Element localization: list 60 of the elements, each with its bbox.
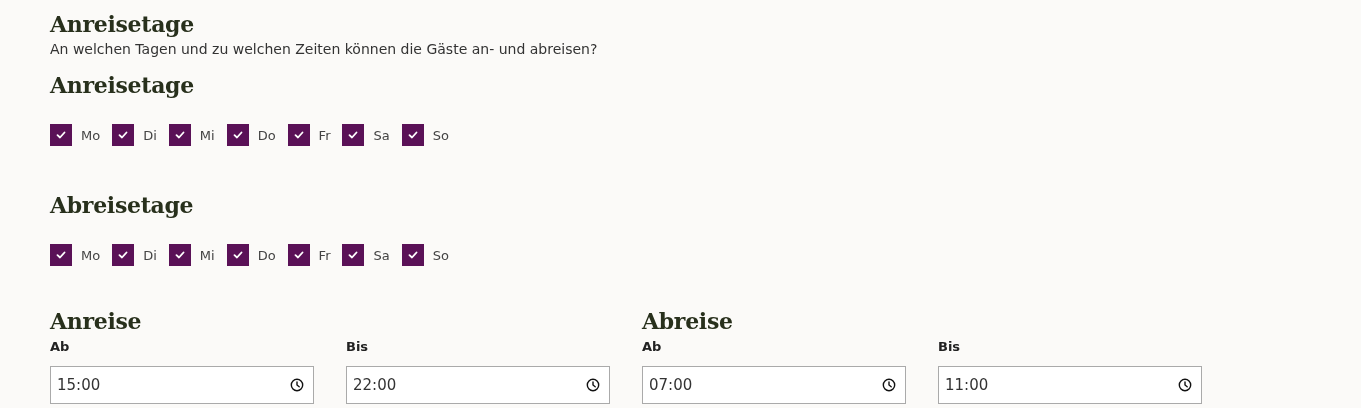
checkmark-icon (55, 129, 67, 141)
time-field[interactable]: 15:00 (50, 366, 314, 404)
checkbox[interactable] (401, 124, 424, 146)
checkbox-label: Mo (81, 127, 101, 143)
checkbox-label: Mi (199, 127, 215, 143)
checkbox[interactable] (342, 244, 365, 266)
checkbox-label: So (432, 247, 449, 263)
checkbox[interactable] (226, 124, 249, 146)
clock-icon[interactable] (586, 378, 600, 392)
checkmark-icon (292, 249, 305, 261)
checkbox-label: Mi (199, 247, 215, 263)
checkbox[interactable] (50, 124, 72, 146)
checkbox[interactable] (401, 244, 424, 266)
checkbox[interactable] (287, 244, 310, 266)
checkbox[interactable] (287, 124, 310, 146)
checkbox-label: Di (143, 247, 157, 263)
field-label: Bis (938, 338, 962, 356)
checkbox-label: Fr (318, 127, 331, 143)
checkbox[interactable] (168, 244, 191, 266)
field-label: Ab (50, 338, 71, 356)
clock-icon[interactable] (1178, 378, 1192, 392)
time-field[interactable]: 22:00 (346, 366, 610, 404)
checkmark-icon (173, 129, 186, 141)
checkmark-icon (117, 249, 130, 261)
checkbox-label: Fr (318, 247, 331, 263)
clock-icon[interactable] (290, 378, 304, 392)
checkmark-icon (292, 129, 305, 141)
checkbox-label: Sa (373, 127, 390, 143)
time-field[interactable]: 11:00 (938, 366, 1202, 404)
group-heading: Anreise (50, 307, 143, 336)
checkbox-label: Do (257, 127, 276, 143)
checkmark-icon (173, 249, 186, 261)
checkbox[interactable] (342, 124, 365, 146)
time-field[interactable]: 07:00 (642, 366, 906, 404)
field-label: Ab (642, 338, 663, 356)
checkbox[interactable] (112, 244, 135, 266)
field-label: Bis (346, 338, 370, 356)
checkmark-icon (117, 129, 130, 141)
checkmark-icon (55, 249, 67, 261)
checkmark-icon (347, 249, 360, 261)
checkmark-icon (347, 129, 360, 141)
group-heading: Anreisetage (50, 71, 195, 100)
section-title: Anreisetage (50, 10, 195, 39)
group-heading: Abreise (642, 307, 734, 336)
section-description: An welchen Tagen und zu welchen Zeiten können die Gäste an- und abreisen? (50, 40, 599, 59)
checkmark-icon (231, 249, 244, 261)
checkbox-label: Di (143, 127, 157, 143)
group-heading: Abreisetage (50, 191, 195, 220)
checkbox-label: So (432, 127, 449, 143)
checkbox[interactable] (168, 124, 191, 146)
checkmark-icon (231, 129, 244, 141)
clock-icon[interactable] (882, 378, 896, 392)
checkbox-label: Sa (373, 247, 390, 263)
checkbox[interactable] (112, 124, 135, 146)
checkmark-icon (406, 129, 419, 141)
checkbox-label: Mo (81, 247, 101, 263)
checkbox-label: Do (257, 247, 276, 263)
checkbox[interactable] (50, 244, 72, 266)
checkmark-icon (406, 249, 419, 261)
checkbox[interactable] (226, 244, 249, 266)
